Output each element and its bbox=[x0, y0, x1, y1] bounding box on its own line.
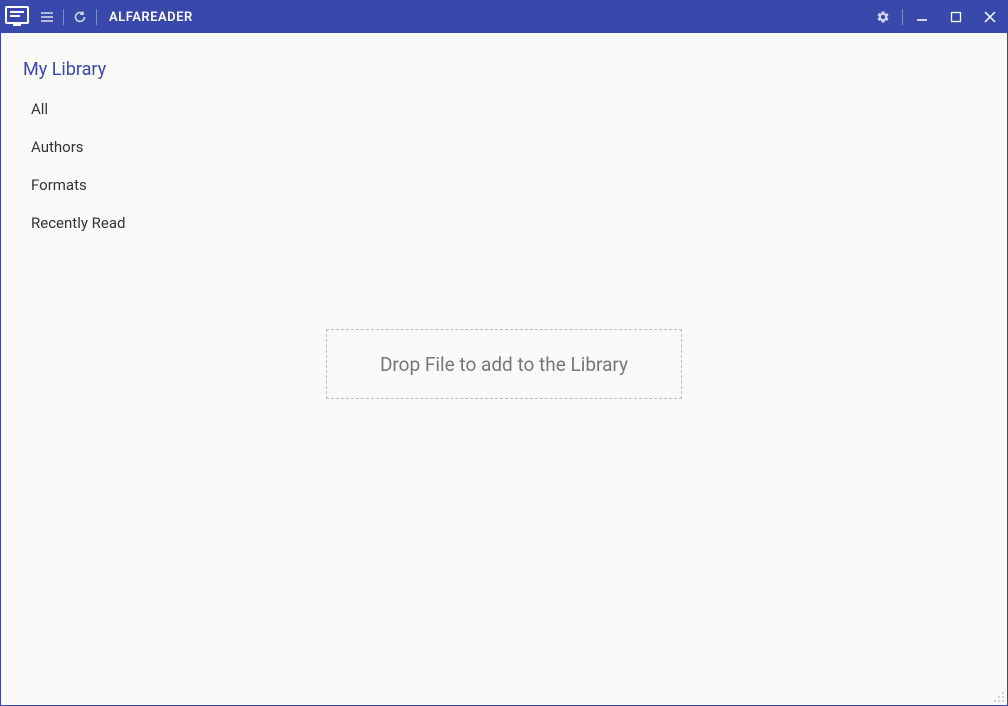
titlebar-separator bbox=[63, 9, 64, 25]
resize-grip-icon[interactable] bbox=[991, 689, 1005, 703]
sidebar: My Library All Authors Formats Recently … bbox=[1, 33, 221, 705]
sidebar-title[interactable]: My Library bbox=[1, 51, 221, 90]
app-logo-icon[interactable] bbox=[1, 1, 33, 33]
refresh-icon[interactable] bbox=[66, 1, 94, 33]
sidebar-item-all[interactable]: All bbox=[1, 90, 221, 128]
titlebar-right bbox=[866, 1, 1007, 33]
maximize-icon[interactable] bbox=[939, 1, 973, 33]
content-area: My Library All Authors Formats Recently … bbox=[1, 33, 1007, 705]
file-dropzone[interactable]: Drop File to add to the Library bbox=[326, 329, 682, 399]
sidebar-item-formats[interactable]: Formats bbox=[1, 166, 221, 204]
titlebar-left: ALFAREADER bbox=[1, 1, 193, 33]
settings-icon[interactable] bbox=[866, 1, 900, 33]
app-title: ALFAREADER bbox=[109, 10, 193, 25]
dropzone-label: Drop File to add to the Library bbox=[380, 353, 628, 376]
main-area: Drop File to add to the Library bbox=[221, 33, 1007, 705]
titlebar: ALFAREADER bbox=[1, 1, 1007, 33]
minimize-icon[interactable] bbox=[905, 1, 939, 33]
titlebar-separator bbox=[902, 9, 903, 25]
app-window: ALFAREADER bbox=[0, 0, 1008, 706]
sidebar-item-recently-read[interactable]: Recently Read bbox=[1, 204, 221, 242]
menu-icon[interactable] bbox=[33, 1, 61, 33]
titlebar-separator bbox=[96, 9, 97, 25]
close-icon[interactable] bbox=[973, 1, 1007, 33]
sidebar-item-authors[interactable]: Authors bbox=[1, 128, 221, 166]
